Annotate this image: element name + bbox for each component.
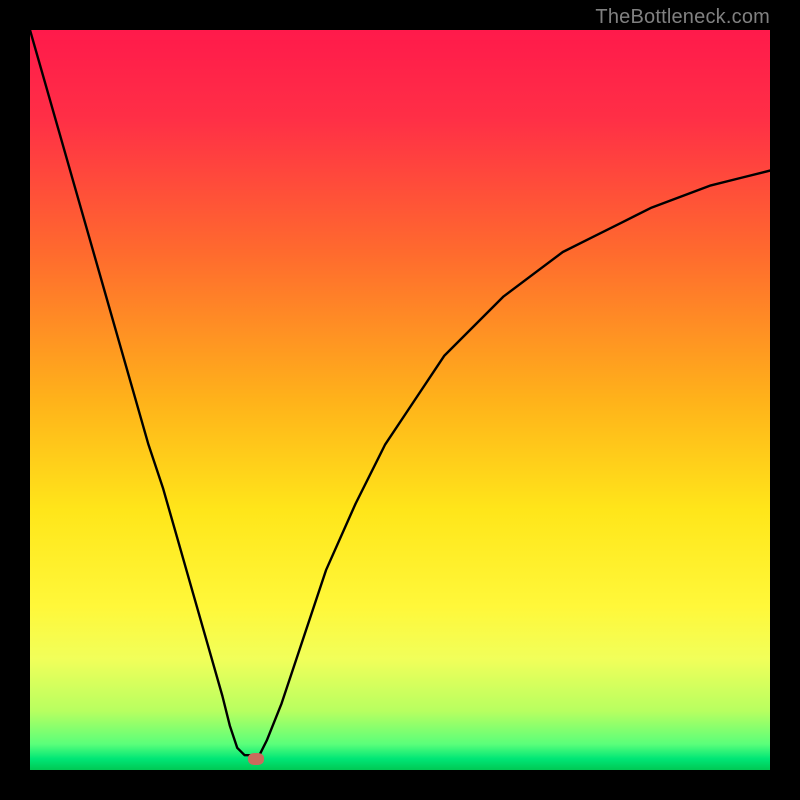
watermark-label: TheBottleneck.com (595, 6, 770, 29)
bottleneck-curve (30, 30, 770, 755)
min-point-marker (248, 753, 264, 765)
curve-layer (30, 30, 770, 770)
chart-frame: TheBottleneck.com (0, 0, 800, 800)
plot-area (30, 30, 770, 770)
